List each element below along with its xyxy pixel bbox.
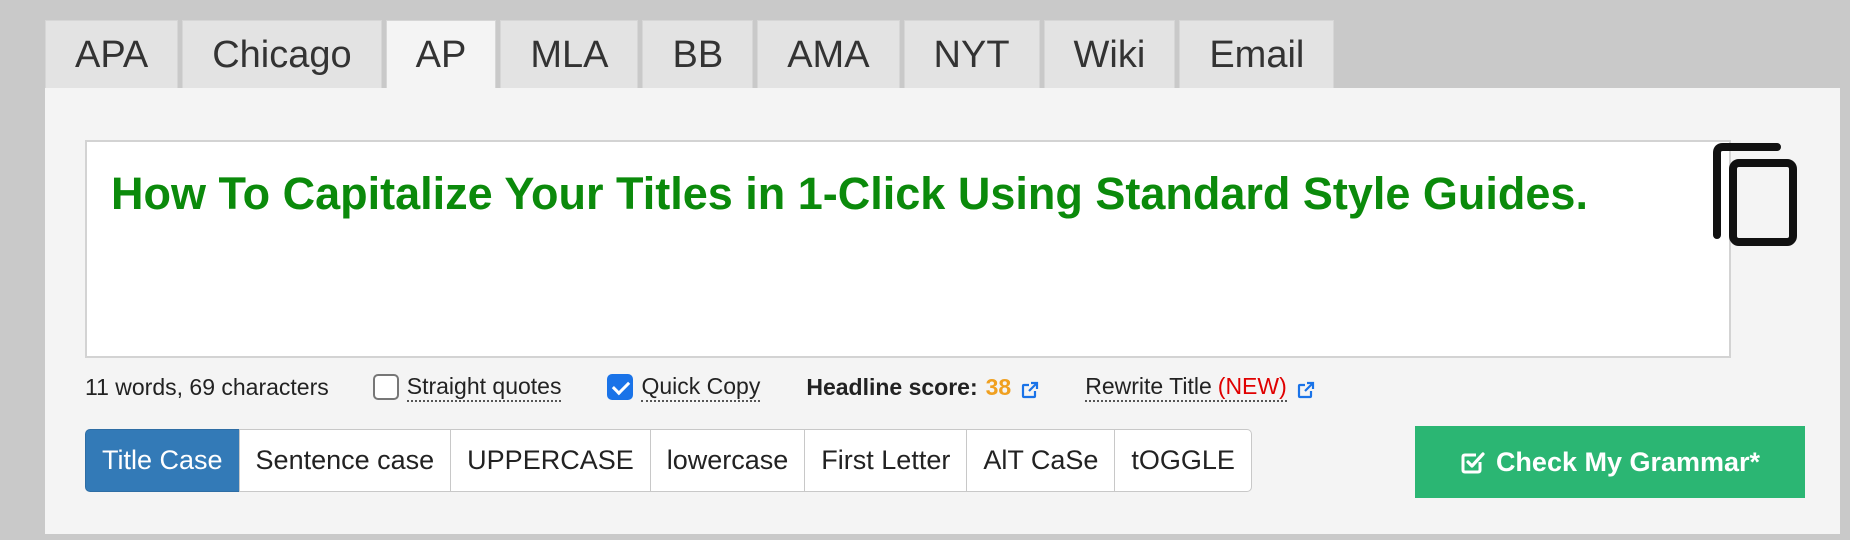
rewrite-title-label[interactable]: Rewrite Title (NEW)	[1085, 373, 1287, 402]
title-case-button[interactable]: Title Case	[85, 429, 240, 492]
alt-case-button[interactable]: AlT CaSe	[966, 429, 1116, 492]
sentence-case-button[interactable]: Sentence case	[238, 429, 452, 492]
tab-apa[interactable]: APA	[45, 20, 179, 88]
external-link-icon[interactable]	[1297, 378, 1315, 399]
check-grammar-label: Check My Grammar*	[1495, 446, 1761, 477]
tab-nyt[interactable]: NYT	[903, 20, 1040, 88]
uppercase-button[interactable]: UPPERCASE	[450, 429, 651, 492]
check-square-icon	[1460, 449, 1486, 475]
tab-chicago[interactable]: Chicago	[182, 20, 382, 88]
main-panel: How To Capitalize Your Titles in 1-Click…	[45, 88, 1840, 534]
lowercase-button[interactable]: lowercase	[649, 429, 806, 492]
new-badge: (NEW)	[1217, 372, 1287, 399]
tab-ama[interactable]: AMA	[757, 20, 900, 88]
title-input[interactable]: How To Capitalize Your Titles in 1-Click…	[85, 140, 1731, 358]
style-guide-tabs: APA Chicago AP MLA BB AMA NYT Wiki Email	[45, 20, 1335, 90]
straight-quotes-checkbox[interactable]	[372, 374, 399, 400]
tab-bb[interactable]: BB	[642, 20, 754, 88]
tab-email[interactable]: Email	[1179, 20, 1335, 88]
straight-quotes-option[interactable]: Straight quotes	[372, 373, 562, 402]
quick-copy-checkbox[interactable]	[607, 374, 634, 400]
headline-score[interactable]: Headline score: 38	[806, 374, 1039, 401]
headline-score-label: Headline score:	[806, 373, 978, 400]
word-char-count: 11 words, 69 characters	[85, 373, 329, 400]
tab-wiki[interactable]: Wiki	[1043, 20, 1176, 88]
external-link-icon[interactable]	[1021, 378, 1039, 399]
tab-mla[interactable]: MLA	[500, 20, 639, 88]
quick-copy-label[interactable]: Quick Copy	[641, 373, 761, 402]
rewrite-title-link[interactable]: Rewrite Title (NEW)	[1085, 373, 1315, 402]
copy-icon[interactable]	[1711, 143, 1806, 248]
headline-score-value: 38	[985, 373, 1012, 400]
status-row: 11 words, 69 characters Straight quotes …	[85, 369, 1361, 405]
quick-copy-option[interactable]: Quick Copy	[607, 373, 761, 402]
tab-ap[interactable]: AP	[385, 20, 497, 90]
rewrite-title-text: Rewrite Title	[1085, 372, 1212, 399]
toggle-case-button[interactable]: tOGGLE	[1114, 429, 1252, 492]
straight-quotes-label[interactable]: Straight quotes	[406, 373, 562, 402]
case-button-group: Title Case Sentence case UPPERCASE lower…	[85, 429, 1252, 492]
title-case-app: APA Chicago AP MLA BB AMA NYT Wiki Email…	[0, 0, 1850, 540]
check-grammar-button[interactable]: Check My Grammar*	[1415, 426, 1805, 498]
first-letter-button[interactable]: First Letter	[804, 429, 968, 492]
